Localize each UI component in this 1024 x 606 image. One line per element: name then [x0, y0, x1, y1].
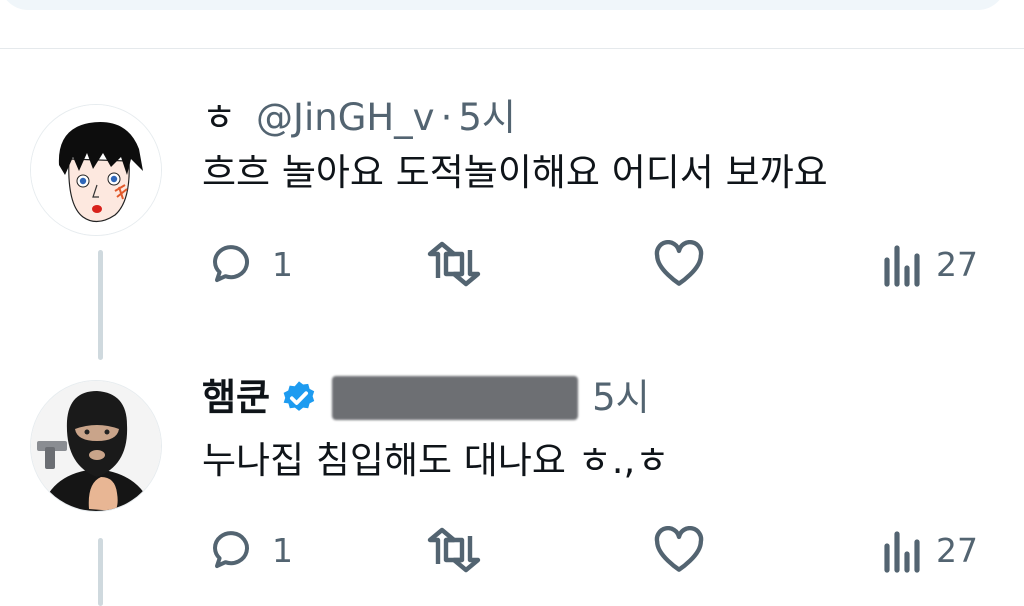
tweet-1-display-name[interactable]: ㅎ [202, 96, 236, 140]
verified-badge-icon [280, 379, 318, 417]
tweet-1-retweet-button[interactable] [426, 240, 482, 288]
retweet-icon [426, 240, 482, 288]
tweet-2-reply-button[interactable]: 1 [206, 526, 293, 574]
tweet-2-display-name[interactable]: 햄쿤 [202, 376, 270, 420]
tweet-2-reply-count: 1 [272, 530, 293, 570]
tweet-1-views-button[interactable]: 27 [882, 240, 978, 288]
heart-icon [652, 240, 706, 288]
thread-line-1 [98, 250, 103, 360]
reply-icon [206, 240, 260, 288]
views-icon [882, 240, 924, 288]
tweet-1-text: 흐흐 놀아요 도적놀이해요 어디서 보까요 [202, 151, 828, 194]
tweet-1-handle[interactable]: @JinGH_v [256, 96, 435, 140]
tweet-2-views-button[interactable]: 27 [882, 526, 978, 574]
retweet-icon [426, 526, 482, 574]
tweet-2-text: 누나집 침입해도 대나요 ㅎ.,ㅎ [202, 439, 670, 482]
tweet-1-time[interactable]: 5시 [458, 96, 516, 140]
tweet-1-reply-count: 1 [272, 244, 293, 284]
redacted-handle-block [332, 376, 579, 420]
tweet-1-like-button[interactable] [652, 240, 706, 288]
tweet-1-views-count: 27 [936, 244, 978, 284]
tweet-1-header: ㅎ @JinGH_v · 5시 [202, 96, 516, 140]
tweet-2-views-count: 27 [936, 530, 978, 570]
views-icon [882, 526, 924, 574]
section-divider [0, 48, 1024, 49]
tweet-2-like-button[interactable] [652, 526, 706, 574]
tweet-2-time[interactable]: 5시 [592, 376, 650, 420]
tweet-1-separator: · [440, 96, 453, 139]
avatar-user-2[interactable] [30, 380, 162, 512]
tweet-1-reply-button[interactable]: 1 [206, 240, 293, 288]
thread-line-2 [98, 538, 103, 606]
masked-person-avatar [31, 381, 161, 511]
tweet-2-header: 햄쿤 5시 [202, 376, 650, 420]
cartoon-face-avatar [31, 105, 161, 235]
avatar-user-1[interactable] [30, 104, 162, 236]
heart-icon [652, 526, 706, 574]
tweet-2-retweet-button[interactable] [426, 526, 482, 574]
reply-icon [206, 526, 260, 574]
search-bar-remnant[interactable] [0, 0, 1006, 10]
